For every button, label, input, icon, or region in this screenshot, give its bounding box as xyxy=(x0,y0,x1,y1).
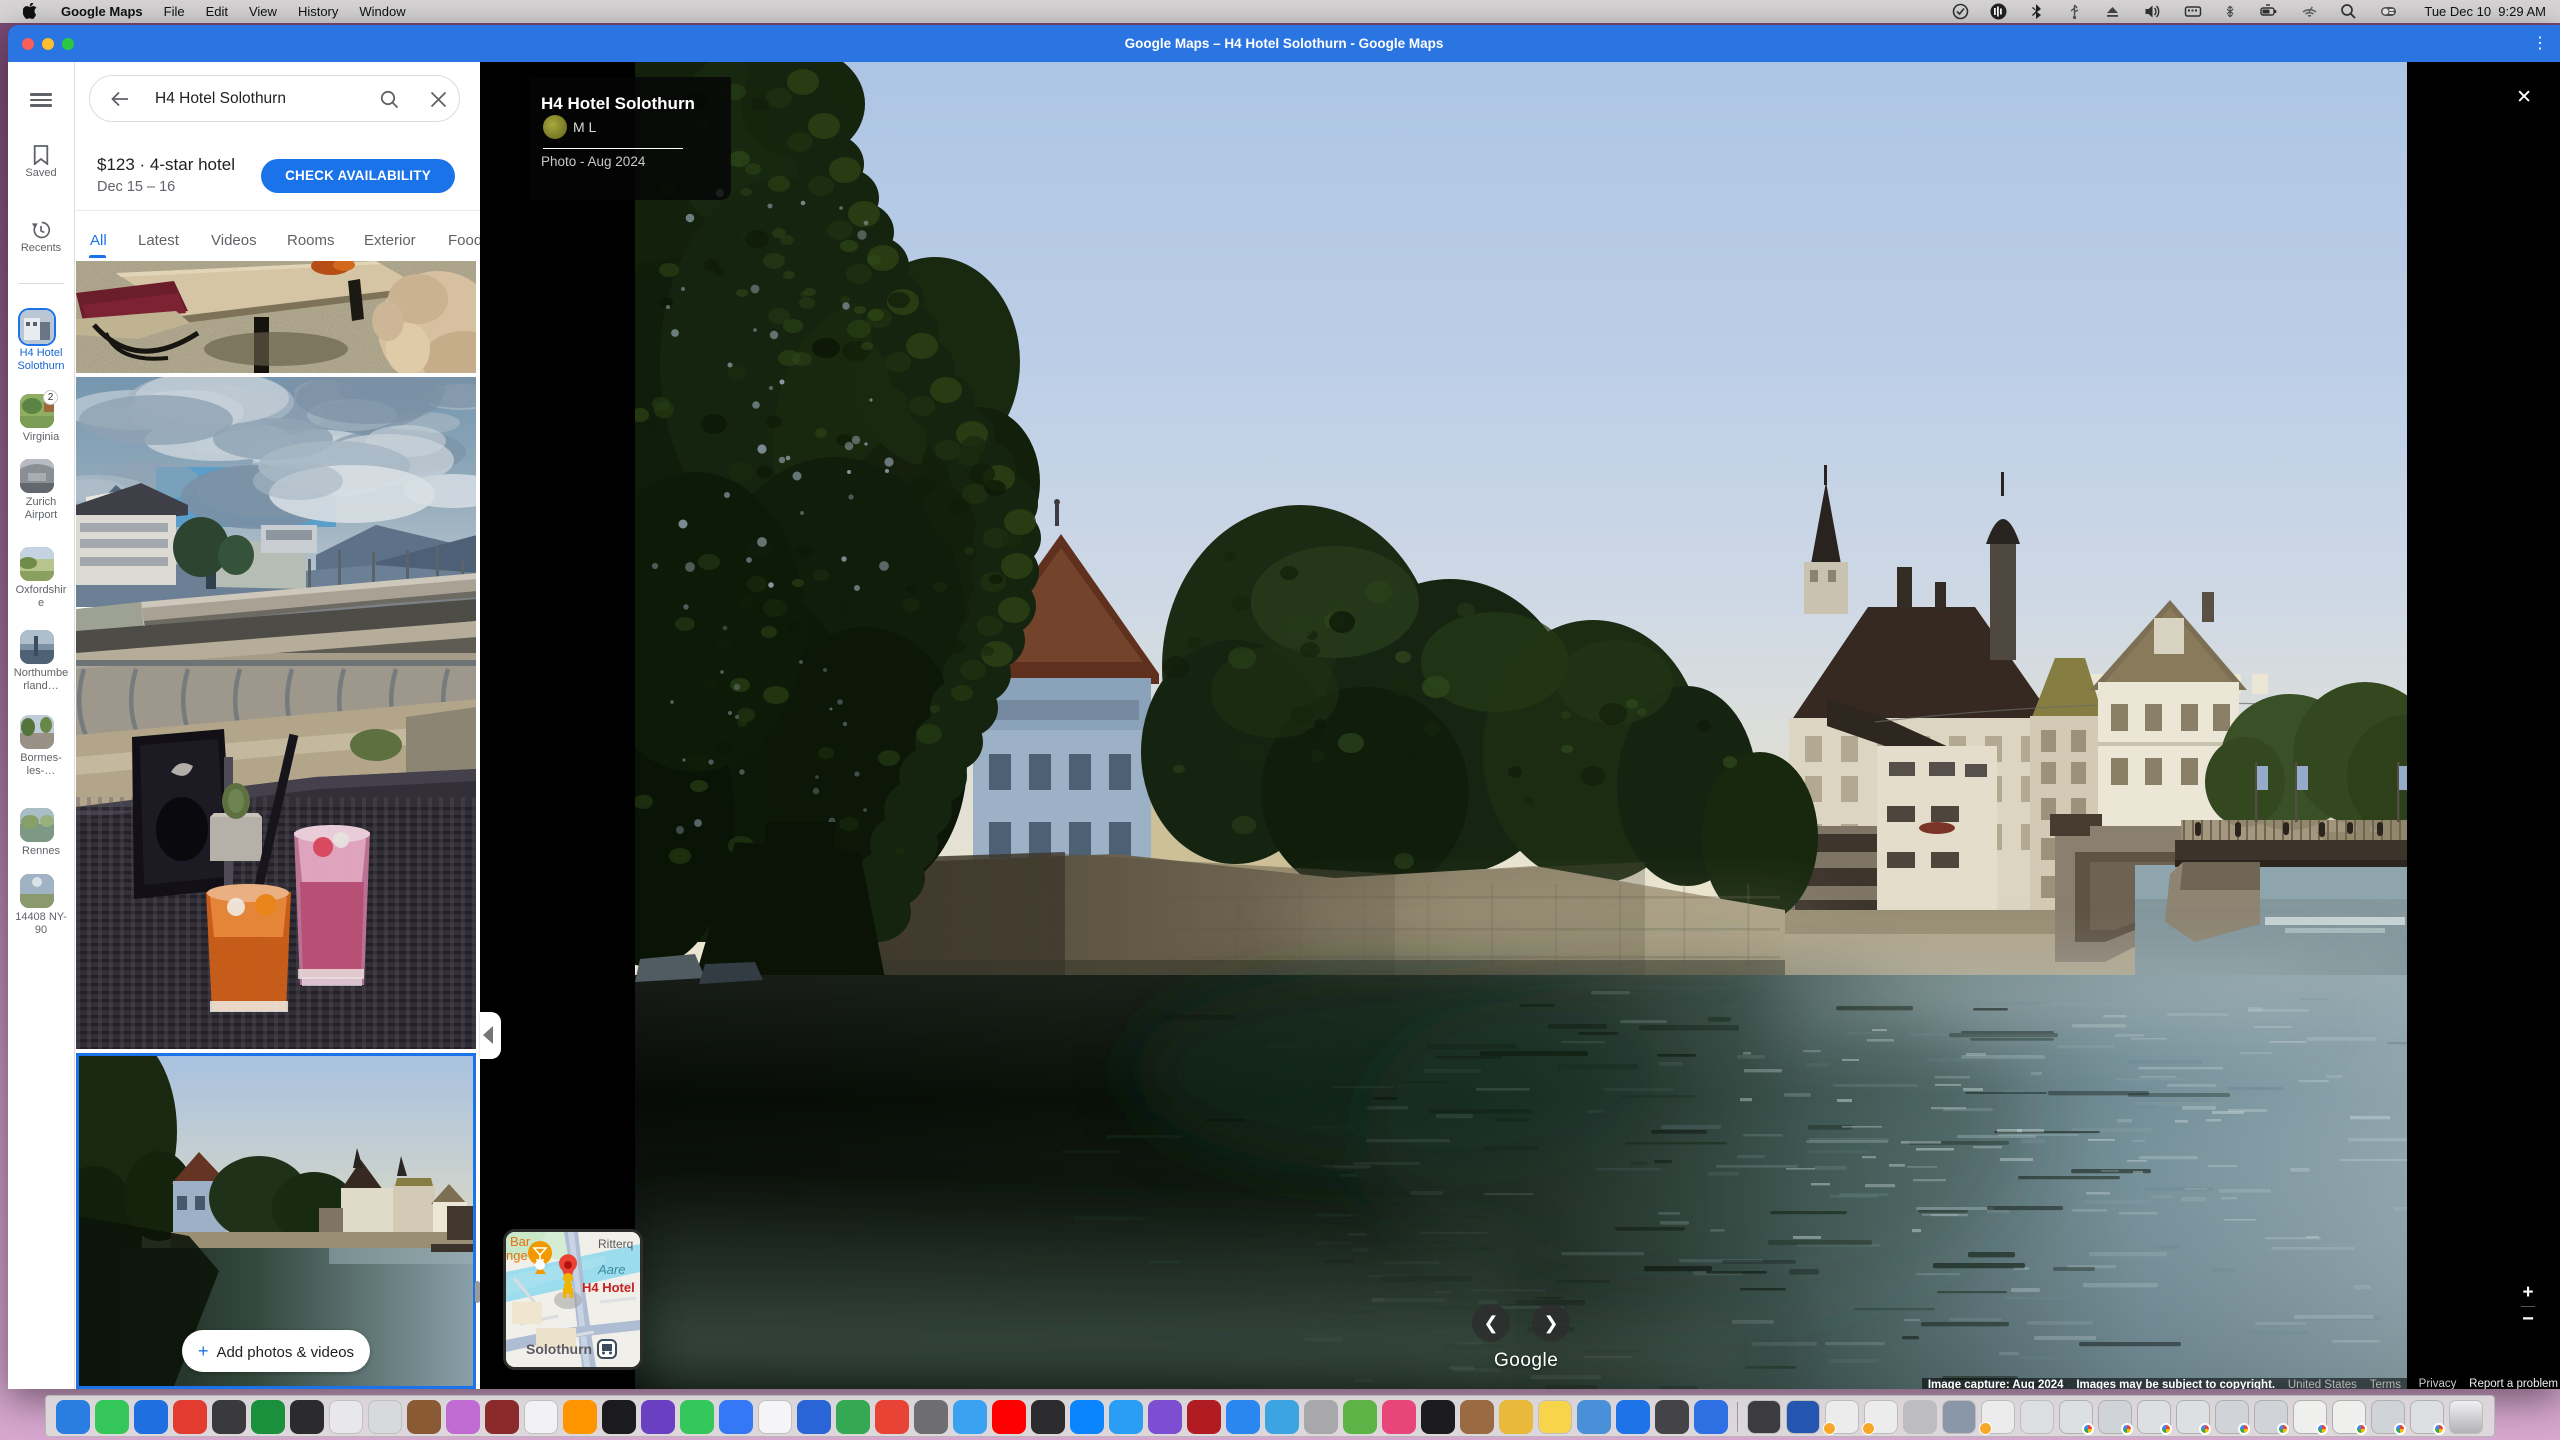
svg-text:Ritterq: Ritterq xyxy=(598,1237,633,1251)
svg-text:Bar: Bar xyxy=(510,1234,531,1249)
svg-text:Solothurn: Solothurn xyxy=(526,1341,592,1357)
svg-text:nge: nge xyxy=(506,1248,528,1263)
svg-text:H4 Hotel: H4 Hotel xyxy=(582,1280,635,1295)
svg-text:Aare: Aare xyxy=(597,1262,625,1277)
